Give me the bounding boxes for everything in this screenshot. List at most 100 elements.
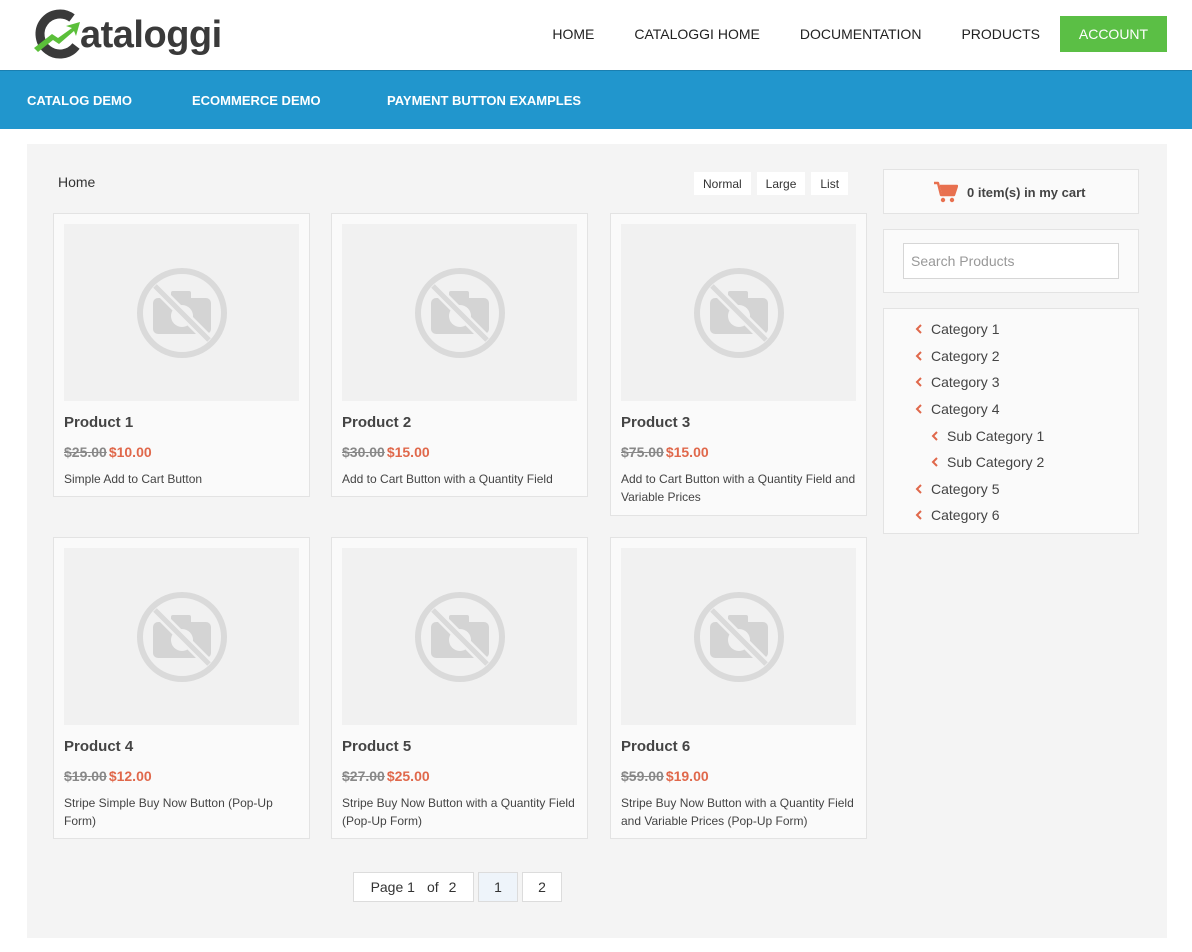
search-input[interactable]	[903, 243, 1119, 279]
page-of: of	[426, 879, 439, 895]
product-description: Add to Cart Button with a Quantity Field…	[621, 472, 856, 504]
chevron-left-icon	[915, 404, 922, 414]
category-item[interactable]: Category 5	[915, 481, 999, 497]
subnav-ecommerce-demo[interactable]: ECOMMERCE DEMO	[192, 93, 321, 108]
product-description: Stripe Simple Buy Now Button (Pop-Up For…	[64, 796, 273, 828]
old-price: $27.00	[342, 768, 385, 784]
product-card[interactable]: Product 5 $27.00 $25.00 Stripe Buy Now Bu…	[331, 537, 588, 839]
product-name[interactable]: Product 4	[64, 738, 133, 755]
category-label: Category 4	[931, 401, 1000, 417]
product-price: $75.00 $15.00	[621, 444, 709, 460]
old-price: $59.00	[621, 768, 664, 784]
category-label: Sub Category 1	[947, 428, 1045, 444]
chevron-left-icon	[915, 484, 922, 494]
sale-price: $15.00	[665, 444, 709, 460]
view-large-button[interactable]: Large	[756, 172, 806, 195]
category-list: Category 1 Category 2 Category 3 Categor…	[883, 308, 1139, 534]
no-image-icon	[136, 267, 227, 358]
product-name[interactable]: Product 6	[621, 738, 690, 755]
view-normal-button[interactable]: Normal	[694, 172, 751, 195]
search-widget	[883, 229, 1139, 293]
product-card[interactable]: Product 6 $59.00 $19.00 Stripe Buy Now Bu…	[610, 537, 867, 839]
no-image-icon	[136, 591, 227, 682]
page-label: Page 1	[370, 879, 415, 895]
product-price: $19.00 $12.00	[64, 768, 152, 784]
subnav-payment-button-examples[interactable]: PAYMENT BUTTON EXAMPLES	[387, 93, 581, 108]
category-label: Category 2	[931, 348, 1000, 364]
product-name[interactable]: Product 2	[342, 414, 411, 431]
old-price: $30.00	[342, 444, 385, 460]
account-button[interactable]: ACCOUNT	[1060, 16, 1167, 52]
chevron-left-icon	[931, 457, 938, 467]
product-card[interactable]: Product 3 $75.00 $15.00 Add to Cart Butto…	[610, 213, 867, 516]
main-content: Home Normal Large List Product 1 $25.00 $…	[27, 144, 1167, 938]
chevron-left-icon	[931, 431, 938, 441]
cart-widget[interactable]: 0 item(s) in my cart	[883, 169, 1139, 214]
product-description: Add to Cart Button with a Quantity Field	[342, 472, 553, 486]
no-image-icon	[414, 267, 505, 358]
product-name[interactable]: Product 1	[64, 414, 133, 431]
top-navigation: HOME CATALOGGI HOME DOCUMENTATION PRODUC…	[512, 16, 1167, 52]
page-info: Page 1 of 2	[353, 872, 474, 902]
shopping-cart-icon	[934, 181, 958, 203]
product-card[interactable]: Product 2 $30.00 $15.00 Add to Cart Butto…	[331, 213, 588, 497]
chevron-left-icon	[915, 510, 922, 520]
category-label: Category 6	[931, 507, 1000, 523]
old-price: $75.00	[621, 444, 664, 460]
chevron-left-icon	[915, 324, 922, 334]
page-total: 2	[448, 879, 457, 895]
view-list-button[interactable]: List	[811, 172, 849, 195]
logo-text: ataloggi	[80, 14, 222, 56]
old-price: $25.00	[64, 444, 107, 460]
category-item[interactable]: Category 4	[915, 401, 1000, 417]
product-card[interactable]: Product 4 $19.00 $12.00 Stripe Simple Buy…	[53, 537, 310, 839]
sale-price: $12.00	[108, 768, 152, 784]
nav-documentation[interactable]: DOCUMENTATION	[800, 26, 922, 42]
category-item[interactable]: Category 3	[915, 374, 1000, 390]
product-card[interactable]: Product 1 $25.00 $10.00 Simple Add to Car…	[53, 213, 310, 497]
product-image[interactable]	[342, 548, 577, 725]
category-label: Category 1	[931, 321, 1000, 337]
product-name[interactable]: Product 5	[342, 738, 411, 755]
page-1-button[interactable]: 1	[478, 872, 518, 902]
nav-products[interactable]: PRODUCTS	[961, 26, 1040, 42]
sub-navigation: CATALOG DEMO ECOMMERCE DEMO PAYMENT BUTT…	[0, 70, 1192, 129]
product-image[interactable]	[342, 224, 577, 401]
sale-price: $15.00	[386, 444, 430, 460]
chevron-left-icon	[915, 351, 922, 361]
nav-cataloggi-home[interactable]: CATALOGGI HOME	[634, 26, 760, 42]
product-price: $25.00 $10.00	[64, 444, 152, 460]
subnav-catalog-demo[interactable]: CATALOG DEMO	[27, 93, 132, 108]
pagination: Page 1 of 2 1 2	[353, 872, 562, 902]
category-label: Category 3	[931, 374, 1000, 390]
category-item[interactable]: Category 1	[915, 321, 1000, 337]
product-image[interactable]	[621, 548, 856, 725]
logo[interactable]: ataloggi	[32, 8, 242, 60]
product-description: Simple Add to Cart Button	[64, 472, 203, 486]
product-image[interactable]	[64, 548, 299, 725]
no-image-icon	[693, 591, 784, 682]
product-description: Stripe Buy Now Button with a Quantity Fi…	[342, 796, 575, 828]
page-2-button[interactable]: 2	[522, 872, 562, 902]
product-image[interactable]	[64, 224, 299, 401]
product-image[interactable]	[621, 224, 856, 401]
header: ataloggi HOME CATALOGGI HOME DOCUMENTATI…	[0, 0, 1192, 70]
product-price: $59.00 $19.00	[621, 768, 709, 784]
sale-price: $10.00	[108, 444, 152, 460]
category-item[interactable]: Category 6	[915, 507, 1000, 523]
product-name[interactable]: Product 3	[621, 414, 690, 431]
no-image-icon	[414, 591, 505, 682]
product-description: Stripe Buy Now Button with a Quantity Fi…	[621, 796, 854, 828]
subcategory-item[interactable]: Sub Category 1	[931, 428, 1045, 444]
cart-count-text: 0 item(s) in my cart	[967, 185, 1086, 200]
view-toggle: Normal Large List	[694, 172, 854, 195]
no-image-icon	[693, 267, 784, 358]
category-label: Sub Category 2	[947, 454, 1045, 470]
product-price: $27.00 $25.00	[342, 768, 430, 784]
nav-home[interactable]: HOME	[552, 26, 594, 42]
breadcrumb[interactable]: Home	[58, 174, 95, 190]
category-item[interactable]: Category 2	[915, 348, 1000, 364]
subcategory-item[interactable]: Sub Category 2	[931, 454, 1045, 470]
sale-price: $25.00	[386, 768, 430, 784]
product-price: $30.00 $15.00	[342, 444, 430, 460]
